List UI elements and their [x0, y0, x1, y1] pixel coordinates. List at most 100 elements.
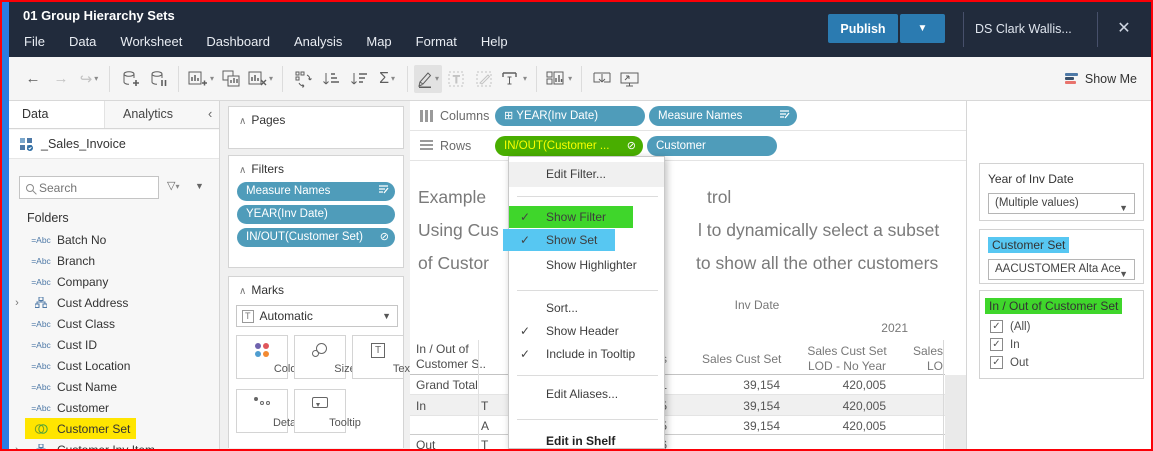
signed-in-user[interactable]: DS Clark Wallis... [975, 22, 1095, 36]
publish-button[interactable]: Publish [828, 14, 898, 43]
filters-shelf[interactable]: ∧Filters Measure Names YEAR(Inv Date) IN… [228, 155, 404, 268]
tab-data[interactable]: Data [9, 101, 105, 128]
row-label[interactable]: Out [416, 438, 435, 449]
menu-item-edit-in-shelf[interactable]: Edit in Shelf [509, 431, 664, 451]
collapse-pane-icon[interactable]: ‹ [195, 101, 219, 128]
menu-data[interactable]: Data [57, 31, 108, 52]
close-icon[interactable]: ✕ [1111, 18, 1137, 38]
size-button[interactable]: Size [294, 335, 346, 379]
filter-pill-year-inv-date[interactable]: YEAR(Inv Date) [237, 205, 395, 224]
menu-item-show-header[interactable]: ✓Show Header [509, 321, 664, 343]
collapse-caret-icon[interactable]: ∧ [239, 116, 246, 127]
menu-item-show-filter[interactable]: ✓Show Filter [509, 207, 664, 229]
clear-sheet-icon[interactable]: ▾ [245, 65, 276, 93]
swap-rows-columns-icon[interactable] [289, 65, 317, 93]
color-button[interactable]: Color [236, 335, 288, 379]
menu-analysis[interactable]: Analysis [282, 31, 354, 52]
totals-icon[interactable]: Σ▾ [373, 65, 401, 93]
show-mark-labels-icon[interactable]: T [442, 65, 470, 93]
field-cust-name[interactable]: =AbcCust Name [9, 376, 219, 397]
detail-button[interactable]: Detail [236, 389, 288, 433]
field-company[interactable]: =AbcCompany [9, 271, 219, 292]
collapse-caret-icon[interactable]: ∧ [239, 165, 246, 176]
tab-analytics[interactable]: Analytics [105, 101, 195, 128]
menu-item-edit-aliases[interactable]: Edit Aliases... [509, 384, 664, 406]
check-icon: ✓ [520, 347, 530, 361]
collapse-caret-icon[interactable]: ∧ [239, 286, 246, 297]
pages-shelf[interactable]: ∧Pages [228, 106, 404, 149]
filter-card-in-out-customer-set[interactable]: In / Out of Customer Set ✓(All) ✓In ✓Out [979, 290, 1144, 379]
field-branch[interactable]: =AbcBranch [9, 250, 219, 271]
filter-fields-icon[interactable]: ▽▾ [167, 179, 179, 192]
edit-annotation-icon[interactable] [470, 65, 498, 93]
menu-item-include-in-tooltip[interactable]: ✓Include in Tooltip [509, 344, 664, 366]
checkbox-checked-icon[interactable]: ✓ [990, 320, 1003, 333]
menu-item-show-set[interactable]: ✓Show Set [509, 230, 664, 252]
filter-card-customer-set[interactable]: Customer Set AACUSTOMER Alta Ace▼ [979, 229, 1144, 284]
customer-set-dropdown[interactable]: AACUSTOMER Alta Ace▼ [988, 259, 1135, 280]
pane-options-icon[interactable]: ▼ [195, 181, 204, 191]
menu-file[interactable]: File [12, 31, 57, 52]
menu-format[interactable]: Format [404, 31, 469, 52]
filter-pill-inout-customer-set[interactable]: IN/OUT(Customer Set)⊘ [237, 228, 395, 247]
field-cust-location[interactable]: =AbcCust Location [9, 355, 219, 376]
field-cust-class[interactable]: =AbcCust Class [9, 313, 219, 334]
fit-view-icon[interactable]: ▾ [543, 65, 575, 93]
field-cust-id[interactable]: =AbcCust ID [9, 334, 219, 355]
search-box[interactable] [19, 176, 159, 199]
text-button[interactable]: T Text [352, 335, 404, 379]
menu-help[interactable]: Help [469, 31, 520, 52]
filter-pill-measure-names[interactable]: Measure Names [237, 182, 395, 201]
menu-item-sort[interactable]: Sort... [509, 298, 664, 320]
field-customer[interactable]: =AbcCustomer [9, 397, 219, 418]
new-worksheet-icon[interactable]: ▾ [185, 65, 217, 93]
share-download-icon[interactable] [588, 65, 616, 93]
presentation-mode-icon[interactable] [616, 65, 644, 93]
undo-button[interactable]: ← [19, 65, 47, 93]
row-label[interactable]: Grand Total [416, 378, 478, 392]
datasource-row[interactable]: _Sales_Invoice [9, 130, 219, 159]
filter-card-year-inv-date[interactable]: Year of Inv Date (Multiple values)▼ [979, 163, 1144, 221]
tooltip-button[interactable]: Tooltip [294, 389, 346, 433]
filter-option-all[interactable]: ✓(All) [988, 320, 1135, 333]
checkbox-checked-icon[interactable]: ✓ [990, 338, 1003, 351]
field-cust-address[interactable]: ›Cust Address [9, 292, 219, 313]
row-label[interactable]: In [416, 399, 426, 413]
show-me-button[interactable]: Show Me [1065, 57, 1137, 100]
field-batch-no[interactable]: =AbcBatch No [9, 229, 219, 250]
replay-button[interactable]: ↪▾ [75, 65, 103, 93]
filter-option-in[interactable]: ✓In [988, 338, 1135, 351]
expand-icon[interactable]: › [9, 297, 25, 309]
marks-card[interactable]: ∧Marks T Automatic ▼ Color Size T Text D… [228, 276, 404, 448]
pill-year-inv-date[interactable]: ⊞ YEAR(Inv Date) [495, 106, 645, 126]
sort-descending-icon[interactable] [345, 65, 373, 93]
menu-item-edit-filter[interactable]: Edit Filter... [509, 162, 664, 187]
filter-option-out[interactable]: ✓Out [988, 356, 1135, 369]
menu-dashboard[interactable]: Dashboard [194, 31, 282, 52]
field-customer-inv-item[interactable]: ›Customer Inv Item [9, 439, 219, 451]
pill-inout-customer-set[interactable]: IN/OUT(Customer ...⊘ [495, 136, 643, 156]
fix-axes-icon[interactable]: ▾ [498, 65, 530, 93]
menu-item-show-highlighter[interactable]: Show Highlighter [509, 255, 664, 277]
columns-shelf[interactable]: Columns ⊞ YEAR(Inv Date) Measure Names [410, 101, 968, 131]
field-customer-set[interactable]: Customer Set [9, 418, 219, 439]
pill-measure-names[interactable]: Measure Names [649, 106, 797, 126]
menu-map[interactable]: Map [354, 31, 403, 52]
tableau-window: 01 Group Hierarchy Sets File Data Worksh… [0, 0, 1153, 451]
redo-button[interactable]: → [47, 65, 75, 93]
expand-icon[interactable]: › [9, 444, 25, 451]
checkbox-checked-icon[interactable]: ✓ [990, 356, 1003, 369]
pause-auto-updates-icon[interactable] [144, 65, 172, 93]
menu-worksheet[interactable]: Worksheet [108, 31, 194, 52]
pill-customer[interactable]: Customer [647, 136, 777, 156]
publish-dropdown-button[interactable]: ▼ [900, 14, 945, 43]
highlight-icon[interactable]: ▾ [414, 65, 442, 93]
expand-plus-icon[interactable]: ⊞ [504, 110, 516, 122]
duplicate-sheet-icon[interactable] [217, 65, 245, 93]
sort-ascending-icon[interactable] [317, 65, 345, 93]
search-input[interactable] [39, 181, 134, 195]
new-datasource-icon[interactable] [116, 65, 144, 93]
mark-type-dropdown[interactable]: T Automatic ▼ [236, 305, 398, 327]
year-filter-dropdown[interactable]: (Multiple values)▼ [988, 193, 1135, 214]
rows-shelf[interactable]: Rows IN/OUT(Customer ...⊘ Customer [410, 131, 968, 161]
